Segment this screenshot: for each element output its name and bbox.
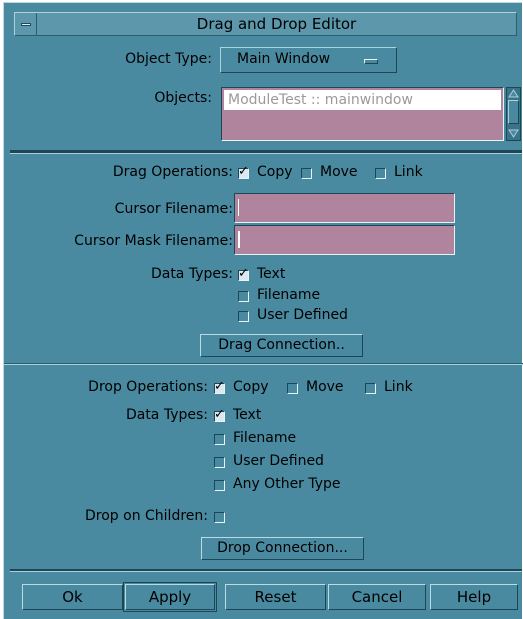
drag-type-filename-label: Filename xyxy=(257,287,321,303)
list-item[interactable]: ModuleTest :: mainwindow xyxy=(224,90,501,110)
drag-type-filename-checkbox[interactable] xyxy=(238,291,249,302)
section-divider xyxy=(10,150,522,154)
drop-link-checkbox[interactable] xyxy=(365,383,376,394)
window-menu-icon[interactable] xyxy=(15,13,37,35)
section-divider xyxy=(10,569,522,572)
drag-link-checkbox[interactable] xyxy=(375,168,386,179)
title-bar[interactable]: Drag and Drop Editor xyxy=(14,12,517,36)
cursor-filename-field[interactable] xyxy=(234,193,455,223)
object-type-label: Object Type: xyxy=(125,51,212,67)
drop-type-user-defined-label: User Defined xyxy=(233,453,324,469)
drop-type-any-other-label: Any Other Type xyxy=(233,476,341,492)
drop-copy-checkbox[interactable]: ✓ xyxy=(214,379,225,394)
drop-type-filename-checkbox[interactable] xyxy=(214,434,225,445)
drop-link-label: Link xyxy=(384,379,413,395)
object-type-option-menu[interactable]: Main Window xyxy=(220,47,397,73)
drop-connection-button[interactable]: Drop Connection... xyxy=(201,537,364,560)
objects-label: Objects: xyxy=(154,90,212,106)
drag-copy-label: Copy xyxy=(257,164,293,180)
drag-type-user-defined-checkbox[interactable] xyxy=(238,311,249,322)
drag-move-checkbox[interactable] xyxy=(301,168,312,179)
drop-move-label: Move xyxy=(306,379,344,395)
cursor-mask-filename-field[interactable] xyxy=(234,225,455,255)
object-type-value: Main Window xyxy=(237,51,331,67)
drop-operations-label: Drop Operations: xyxy=(88,379,208,395)
cancel-button[interactable]: Cancel xyxy=(328,584,426,610)
apply-button[interactable]: Apply xyxy=(123,582,217,612)
drag-drop-editor-window: Drag and Drop Editor Object Type: Main W… xyxy=(3,2,523,619)
scroll-up-arrow-icon[interactable] xyxy=(508,89,519,98)
drag-operations-label: Drag Operations: xyxy=(112,164,233,180)
drag-copy-checkbox[interactable]: ✓ xyxy=(238,164,249,179)
text-cursor xyxy=(238,231,240,248)
drop-type-user-defined-checkbox[interactable] xyxy=(214,457,225,468)
objects-list[interactable]: ModuleTest :: mainwindow xyxy=(221,87,504,141)
reset-button[interactable]: Reset xyxy=(225,584,326,610)
cursor-filename-label: Cursor Filename: xyxy=(114,201,233,217)
drop-on-children-checkbox[interactable] xyxy=(214,512,225,523)
drag-type-text-checkbox[interactable]: ✓ xyxy=(238,266,249,281)
cursor-mask-filename-label: Cursor Mask Filename: xyxy=(74,233,233,249)
drop-type-filename-label: Filename xyxy=(233,430,297,446)
drop-on-children-label: Drop on Children: xyxy=(85,508,208,524)
drop-move-checkbox[interactable] xyxy=(287,383,298,394)
scroll-down-arrow-icon[interactable] xyxy=(508,129,519,138)
option-menu-indicator-icon xyxy=(364,59,378,64)
drag-link-label: Link xyxy=(394,164,423,180)
drop-data-types-label: Data Types: xyxy=(125,407,208,423)
text-cursor xyxy=(238,199,239,216)
drop-type-any-other-checkbox[interactable] xyxy=(214,480,225,491)
drop-type-text-checkbox[interactable]: ✓ xyxy=(214,407,225,422)
drop-type-text-label: Text xyxy=(233,407,262,423)
help-button[interactable]: Help xyxy=(430,584,518,610)
ok-button[interactable]: Ok xyxy=(22,584,123,610)
drop-copy-label: Copy xyxy=(233,379,269,395)
window-title: Drag and Drop Editor xyxy=(196,15,357,33)
drag-connection-button[interactable]: Drag Connection.. xyxy=(200,334,363,357)
scrollbar-thumb[interactable] xyxy=(508,100,519,124)
drag-type-text-label: Text xyxy=(257,266,286,282)
drag-type-user-defined-label: User Defined xyxy=(257,307,348,323)
drag-move-label: Move xyxy=(320,164,358,180)
section-divider xyxy=(4,363,523,365)
objects-scrollbar[interactable] xyxy=(506,87,521,141)
drag-data-types-label: Data Types: xyxy=(150,266,233,282)
